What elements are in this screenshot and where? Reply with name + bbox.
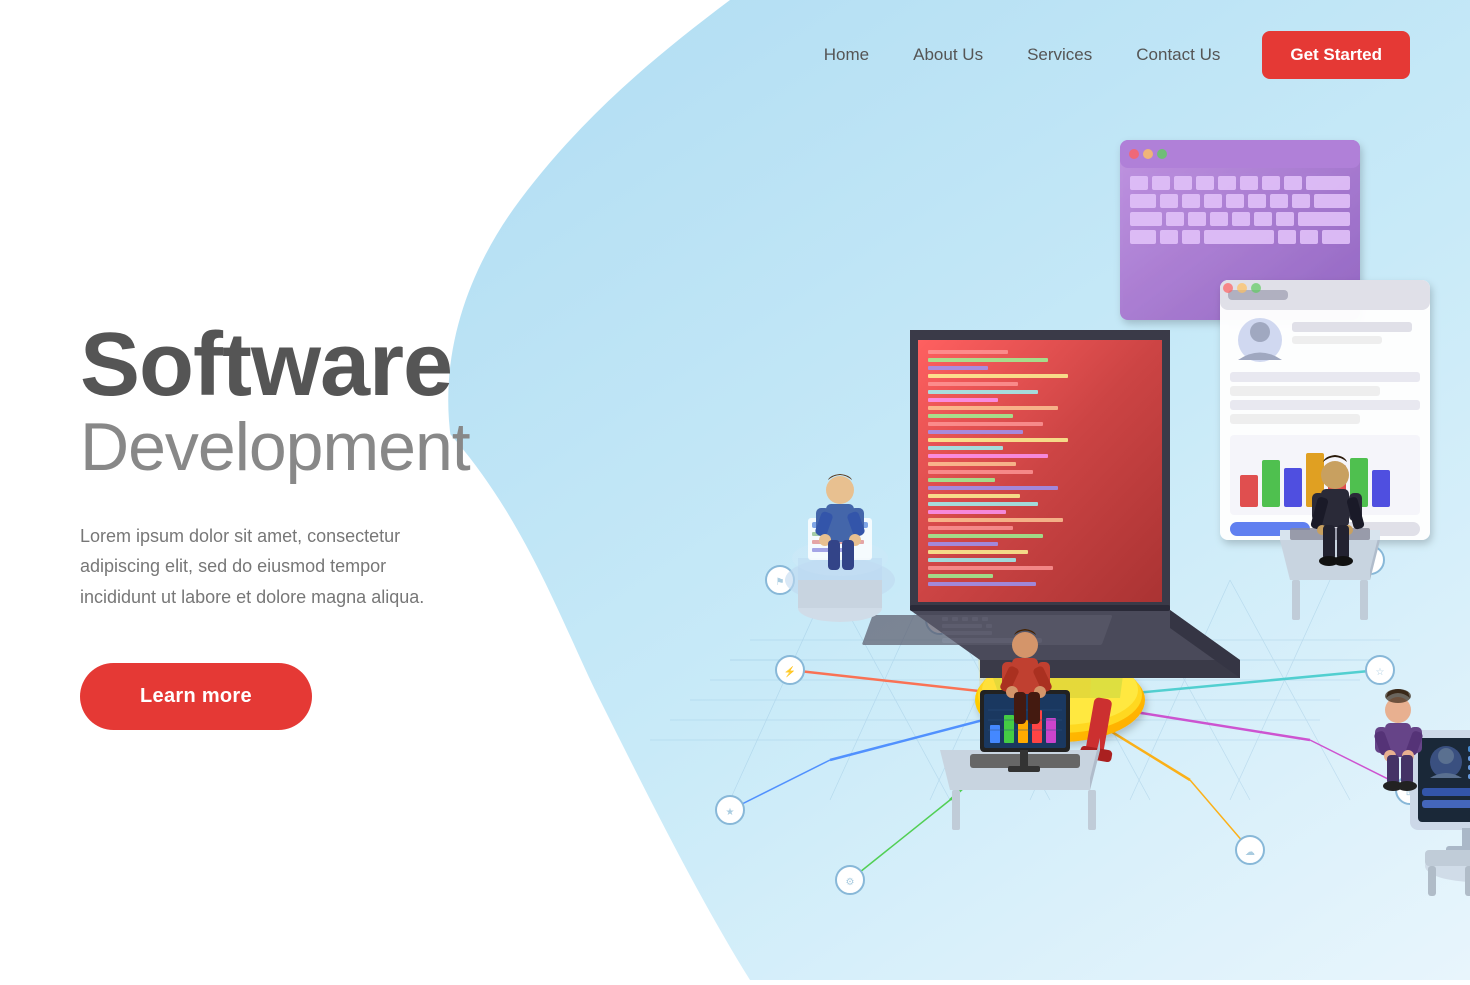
hero-description: Lorem ipsum dolor sit amet, consectetur … (80, 521, 460, 613)
nav-contact[interactable]: Contact Us (1118, 35, 1238, 75)
hero-illustration: ★ ⚙ ☁ ⊞ ⚡ ☆ ◎ ⚑ ❖ ✦ (630, 80, 1470, 980)
nav-services[interactable]: Services (1009, 35, 1110, 75)
svg-text:☆: ☆ (1376, 667, 1385, 678)
get-started-button[interactable]: Get Started (1262, 31, 1410, 79)
nav-home[interactable]: Home (806, 35, 887, 75)
svg-text:★: ★ (726, 807, 735, 818)
learn-more-button[interactable]: Learn more (80, 663, 312, 730)
svg-text:☁: ☁ (1245, 847, 1255, 858)
hero-title-development: Development (80, 410, 470, 485)
hero-title-software: Software (80, 320, 470, 410)
svg-text:⚑: ⚑ (776, 577, 785, 588)
hero-content: Software Development Lorem ipsum dolor s… (80, 320, 470, 730)
nav-about[interactable]: About Us (895, 35, 1001, 75)
svg-text:⚡: ⚡ (784, 665, 796, 678)
header: Home About Us Services Contact Us Get St… (0, 0, 1470, 110)
nav: Home About Us Services Contact Us Get St… (806, 31, 1410, 79)
svg-text:⚙: ⚙ (846, 877, 855, 888)
